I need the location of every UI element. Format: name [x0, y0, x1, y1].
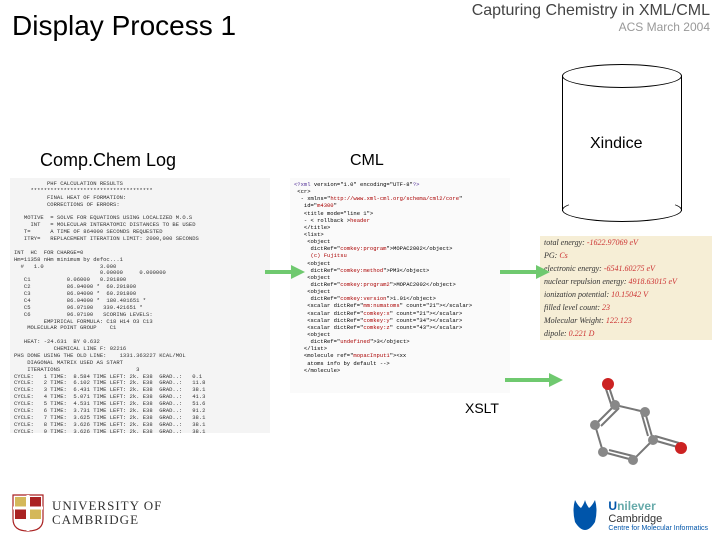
- unilever-cambridge: Cambridge: [608, 513, 708, 525]
- header-subtitle-block: Capturing Chemistry in XML/CML ACS March…: [472, 2, 710, 34]
- xslt-label: XSLT: [465, 400, 499, 416]
- cambridge-line1: UNIVERSITY OF: [52, 499, 162, 513]
- compchem-log-label: Comp.Chem Log: [40, 150, 176, 171]
- footer-cambridge: UNIVERSITY OF CAMBRIDGE: [12, 494, 162, 532]
- unilever-rest: nilever: [617, 499, 656, 513]
- slide-title: Display Process 1: [12, 10, 236, 42]
- cambridge-line2: CAMBRIDGE: [52, 513, 162, 527]
- cml-xml-panel: <?xml version="1.0" encoding="UTF-8"?> <…: [290, 178, 510, 393]
- results-table: total energy: -1622.97069 eVPG: Cselectr…: [540, 236, 712, 340]
- header-date: ACS March 2004: [472, 20, 710, 34]
- unilever-text: Unilever Cambridge Centre for Molecular …: [608, 499, 708, 532]
- cambridge-text: UNIVERSITY OF CAMBRIDGE: [52, 499, 162, 526]
- header-subtitle: Capturing Chemistry in XML/CML: [472, 2, 710, 20]
- molecule-diagram: [553, 370, 703, 490]
- compchem-log-panel: PHF CALCULATION RESULTS ****************…: [10, 178, 270, 433]
- unilever-u: U: [608, 499, 617, 513]
- cambridge-shield-icon: [12, 494, 44, 532]
- footer-unilever: Unilever Cambridge Centre for Molecular …: [568, 498, 708, 532]
- cml-label: CML: [350, 152, 384, 170]
- xindice-label: Xindice: [590, 135, 642, 153]
- unilever-centre: Centre for Molecular Informatics: [608, 525, 708, 532]
- unilever-logo-icon: [568, 498, 602, 532]
